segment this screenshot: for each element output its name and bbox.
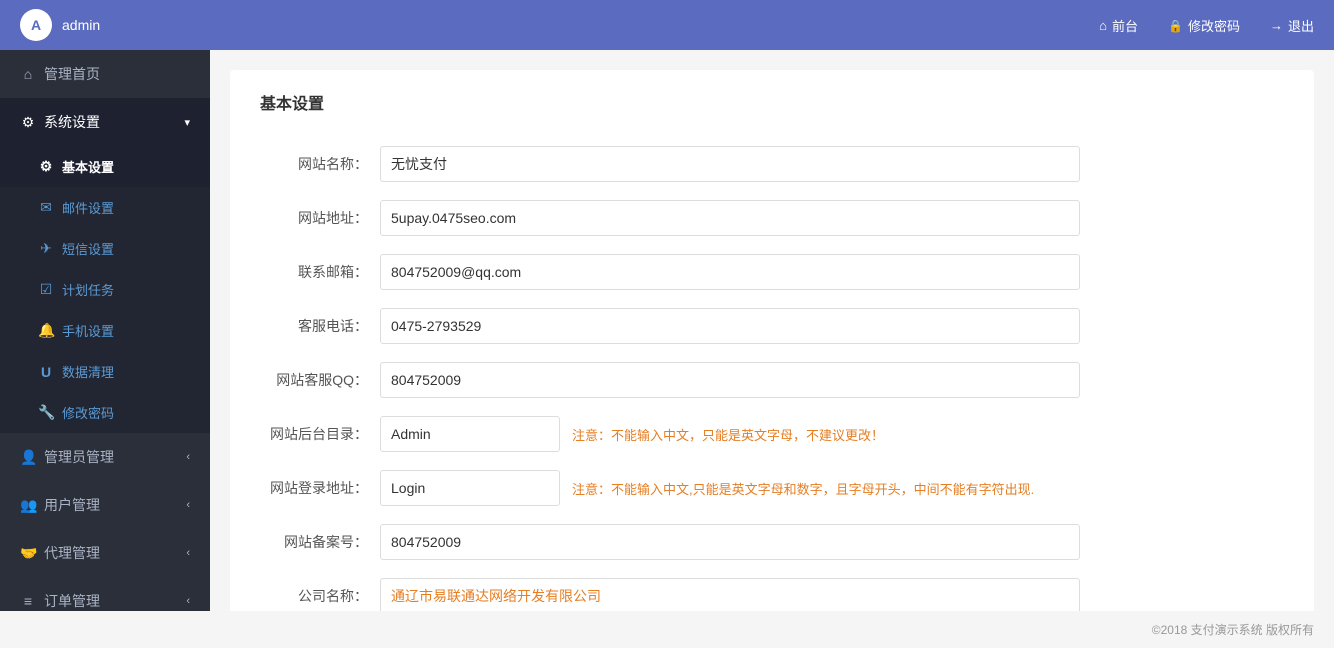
backend-dir-label: 网站后台目录： — [260, 424, 380, 444]
form-row-icp: 网站备案号： — [260, 522, 1284, 562]
user-icon: 👥 — [20, 497, 36, 514]
sidebar-subitem-sms[interactable]: ✈ 短信设置 — [0, 228, 210, 269]
page-title: 基本设置 — [260, 90, 1284, 124]
front-link[interactable]: 前台 — [1099, 16, 1138, 35]
backend-dir-input[interactable] — [380, 416, 560, 452]
front-icon — [1099, 18, 1107, 33]
sidebar-subitem-phone[interactable]: 🔔 手机设置 — [0, 310, 210, 351]
form-row-login-url: 网站登录地址： 注意：不能输入中文,只能是英文字母和数字，且字母开头，中间不能有… — [260, 468, 1284, 508]
settings-icon — [20, 114, 36, 131]
login-url-input[interactable] — [380, 470, 560, 506]
password-icon: 🔧 — [38, 404, 54, 421]
login-url-note: 注意：不能输入中文,只能是英文字母和数字，且字母开头，中间不能有字符出现. — [572, 479, 1034, 498]
sidebar-item-dashboard[interactable]: 管理首页 — [0, 50, 210, 98]
company-label: 公司名称： — [260, 586, 380, 606]
data-icon: U — [38, 364, 54, 380]
chevron-down-icon: ▾ — [184, 116, 190, 129]
sidebar-label-user-mgr: 用户管理 — [44, 495, 100, 515]
sidebar-subitem-mail[interactable]: ✉ 邮件设置 — [0, 187, 210, 228]
mail-icon: ✉ — [38, 199, 54, 216]
sidebar-subitem-basic[interactable]: ⚙ 基本设置 — [0, 146, 210, 187]
phone-label: 客服电话： — [260, 316, 380, 336]
header-actions: 前台 修改密码 退出 — [1099, 16, 1314, 35]
qq-input[interactable] — [380, 362, 1080, 398]
sidebar-label-task: 计划任务 — [62, 280, 114, 299]
phone-icon: 🔔 — [38, 322, 54, 339]
email-input[interactable] — [380, 254, 1080, 290]
sidebar-label-sms: 短信设置 — [62, 239, 114, 258]
backend-dir-note: 注意：不能输入中文，只能是英文字母，不建议更改！ — [572, 425, 884, 444]
copyright-text: ©2018 支付演示系统 版权所有 — [1152, 623, 1314, 637]
icp-label: 网站备案号： — [260, 532, 380, 552]
site-name-input[interactable] — [380, 146, 1080, 182]
chevron-right-icon3: ‹ — [186, 547, 190, 559]
header: A admin 前台 修改密码 退出 — [0, 0, 1334, 50]
sidebar-label-basic: 基本设置 — [62, 157, 114, 176]
chevron-right-icon4: ‹ — [186, 595, 190, 607]
sidebar-label-data-clean: 数据清理 — [62, 362, 114, 381]
sidebar-item-user-mgr[interactable]: 👥 用户管理 ‹ — [0, 481, 210, 529]
chevron-right-icon: ‹ — [186, 451, 190, 463]
form-row-company: 公司名称： — [260, 576, 1284, 611]
agent-icon: 🤝 — [20, 545, 36, 562]
admin-icon: 👤 — [20, 449, 36, 466]
form-row-site-url: 网站地址： — [260, 198, 1284, 238]
sidebar-label-system: 系统设置 — [44, 112, 100, 132]
home-icon — [20, 66, 36, 82]
sidebar-label-admin-mgr: 管理员管理 — [44, 447, 114, 467]
sidebar-item-system[interactable]: 系统设置 ▾ — [0, 98, 210, 146]
sidebar-label-password: 修改密码 — [62, 403, 114, 422]
form-row-qq: 网站客服QQ： — [260, 360, 1284, 400]
footer: ©2018 支付演示系统 版权所有 — [0, 611, 1334, 648]
sidebar-subitem-task[interactable]: ☑ 计划任务 — [0, 269, 210, 310]
avatar: A — [20, 9, 52, 41]
sidebar: 管理首页 系统设置 ▾ ⚙ 基本设置 ✉ 邮件设置 ✈ 短信设置 ☑ 计划任务 … — [0, 50, 210, 611]
form-row-site-name: 网站名称： — [260, 144, 1284, 184]
form-row-phone: 客服电话： — [260, 306, 1284, 346]
content-area: 基本设置 网站名称： 网站地址： 联系邮箱： 客服电话： — [210, 50, 1334, 611]
site-url-label: 网站地址： — [260, 208, 380, 228]
modify-password-link[interactable]: 修改密码 — [1168, 16, 1240, 35]
sidebar-subitem-data-clean[interactable]: U 数据清理 — [0, 351, 210, 392]
basic-icon: ⚙ — [38, 158, 54, 175]
sidebar-label-phone: 手机设置 — [62, 321, 114, 340]
logout-icon — [1270, 18, 1283, 33]
sidebar-label-mail: 邮件设置 — [62, 198, 114, 217]
sidebar-label-dashboard: 管理首页 — [44, 64, 100, 84]
username-label: admin — [62, 17, 1099, 33]
sidebar-subitem-password[interactable]: 🔧 修改密码 — [0, 392, 210, 433]
site-url-input[interactable] — [380, 200, 1080, 236]
qq-label: 网站客服QQ： — [260, 370, 380, 390]
sidebar-label-order-mgr: 订单管理 — [44, 591, 100, 611]
phone-input[interactable] — [380, 308, 1080, 344]
logout-link[interactable]: 退出 — [1270, 16, 1314, 35]
form-row-backend-dir: 网站后台目录： 注意：不能输入中文，只能是英文字母，不建议更改！ — [260, 414, 1284, 454]
sms-icon: ✈ — [38, 240, 54, 257]
sidebar-item-admin-mgr[interactable]: 👤 管理员管理 ‹ — [0, 433, 210, 481]
icp-input[interactable] — [380, 524, 1080, 560]
order-icon: ≡ — [20, 593, 36, 609]
sidebar-item-agent-mgr[interactable]: 🤝 代理管理 ‹ — [0, 529, 210, 577]
form-row-email: 联系邮箱： — [260, 252, 1284, 292]
task-icon: ☑ — [38, 281, 54, 298]
site-name-label: 网站名称： — [260, 154, 380, 174]
settings-card: 基本设置 网站名称： 网站地址： 联系邮箱： 客服电话： — [230, 70, 1314, 611]
login-url-label: 网站登录地址： — [260, 478, 380, 498]
main-layout: 管理首页 系统设置 ▾ ⚙ 基本设置 ✉ 邮件设置 ✈ 短信设置 ☑ 计划任务 … — [0, 50, 1334, 611]
company-input[interactable] — [380, 578, 1080, 611]
sidebar-item-order-mgr[interactable]: ≡ 订单管理 ‹ — [0, 577, 210, 611]
email-label: 联系邮箱： — [260, 262, 380, 282]
sidebar-label-agent-mgr: 代理管理 — [44, 543, 100, 563]
modify-pwd-icon — [1168, 18, 1183, 33]
chevron-right-icon2: ‹ — [186, 499, 190, 511]
